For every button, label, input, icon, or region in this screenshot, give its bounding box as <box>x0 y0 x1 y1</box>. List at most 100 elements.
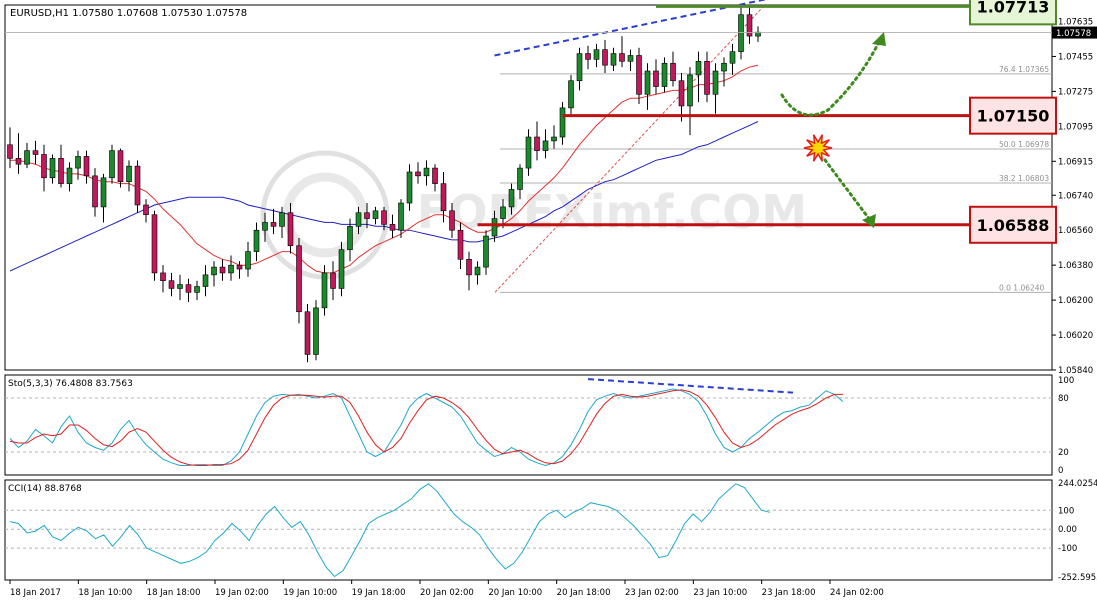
candle-body[interactable] <box>525 136 532 169</box>
candle-body[interactable] <box>109 150 115 179</box>
candle-body[interactable] <box>24 150 30 165</box>
candle-body[interactable] <box>92 175 98 208</box>
candle-body[interactable] <box>296 245 302 313</box>
candle-body[interactable] <box>355 212 362 227</box>
candle-body[interactable] <box>381 210 387 225</box>
candle-body[interactable] <box>168 280 175 289</box>
candle-body[interactable] <box>729 51 736 64</box>
candle-body[interactable] <box>568 80 574 109</box>
candle-body[interactable] <box>313 307 319 355</box>
candle-body[interactable] <box>41 154 47 179</box>
chart-canvas[interactable]: EURUSD,H1 1.07580 1.07608 1.07530 1.0757… <box>0 0 1097 605</box>
candle-body[interactable] <box>185 284 192 293</box>
candle-body[interactable] <box>143 204 149 215</box>
price-tick-label: 1.05840 <box>1058 366 1093 376</box>
candle-body[interactable] <box>576 53 583 82</box>
candle-body[interactable] <box>117 150 124 182</box>
candle-body[interactable] <box>160 272 166 281</box>
candle-body[interactable] <box>687 74 693 107</box>
candle-body[interactable] <box>372 210 379 219</box>
candle-body[interactable] <box>466 259 472 276</box>
candle-body[interactable] <box>58 158 64 184</box>
candle-body[interactable] <box>338 249 345 289</box>
candle-body[interactable] <box>602 49 608 66</box>
candle-body[interactable] <box>100 177 107 208</box>
candle-body[interactable] <box>534 136 540 151</box>
x-tick-label: 19 Jan 10:00 <box>283 588 337 598</box>
candle-body[interactable] <box>287 212 294 247</box>
candle-body[interactable] <box>483 235 489 268</box>
candle-body[interactable] <box>236 264 243 270</box>
candle-body[interactable] <box>253 229 260 252</box>
candle-body[interactable] <box>364 212 370 219</box>
candle-body[interactable] <box>330 272 336 289</box>
candle-body[interactable] <box>398 202 404 231</box>
candle-body[interactable] <box>440 183 447 212</box>
candle-body[interactable] <box>457 229 464 260</box>
candle-body[interactable] <box>66 167 73 184</box>
candle-body[interactable] <box>389 224 396 231</box>
candle-body[interactable] <box>644 70 651 95</box>
candle-body[interactable] <box>423 167 430 177</box>
candle-body[interactable] <box>262 222 268 231</box>
candle-body[interactable] <box>151 214 158 274</box>
cci-tick-label: -252.5955 <box>1058 573 1097 583</box>
candle-body[interactable] <box>585 53 591 60</box>
candle-body[interactable] <box>211 266 217 276</box>
candle-body[interactable] <box>304 311 311 355</box>
candle-body[interactable] <box>83 156 90 177</box>
candle-body[interactable] <box>678 80 685 107</box>
candle-body[interactable] <box>32 150 39 155</box>
candle-body[interactable] <box>610 53 617 66</box>
candle-body[interactable] <box>500 206 506 219</box>
candle-body[interactable] <box>279 212 285 227</box>
x-tick-label: 23 Jan 10:00 <box>693 588 747 598</box>
candle-body[interactable] <box>347 226 353 250</box>
candle-body[interactable] <box>202 274 209 287</box>
fib-label: 38.2 1.06803 <box>999 174 1049 183</box>
candle-body[interactable] <box>593 49 600 60</box>
candle-body[interactable] <box>695 61 702 76</box>
candle-body[interactable] <box>15 158 22 165</box>
candle-body[interactable] <box>228 264 234 274</box>
candle-body[interactable] <box>542 140 549 151</box>
candle-body[interactable] <box>559 107 566 138</box>
candle-body[interactable] <box>134 165 141 206</box>
candle-body[interactable] <box>219 266 226 274</box>
candle-body[interactable] <box>653 70 659 87</box>
candle-body[interactable] <box>245 251 251 270</box>
candle-body[interactable] <box>449 210 455 231</box>
candle-body[interactable] <box>177 284 183 289</box>
x-tick-label: 19 Jan 02:00 <box>215 588 269 598</box>
candle-body[interactable] <box>508 189 515 208</box>
x-tick-label: 20 Jan 02:00 <box>420 588 474 598</box>
candle-body[interactable] <box>721 62 727 72</box>
candle-body[interactable] <box>321 272 328 309</box>
candle-body[interactable] <box>661 62 668 87</box>
chart-window[interactable]: EURUSD,H1 1.07580 1.07608 1.07530 1.0757… <box>0 0 1097 605</box>
candle-body[interactable] <box>432 167 438 184</box>
cci-tick-label: -100 <box>1058 544 1077 554</box>
candle-body[interactable] <box>415 171 421 177</box>
x-tick-label: 20 Jan 10:00 <box>488 588 542 598</box>
candle-body[interactable] <box>75 156 81 169</box>
candle-body[interactable] <box>712 70 719 95</box>
candle-body[interactable] <box>194 286 200 293</box>
candle-body[interactable] <box>270 222 277 227</box>
candle-body[interactable] <box>704 61 710 95</box>
candle-body[interactable] <box>738 14 744 52</box>
candle-body[interactable] <box>491 218 498 237</box>
candle-body[interactable] <box>636 55 642 95</box>
candle-body[interactable] <box>7 144 13 159</box>
candle-body[interactable] <box>619 53 625 62</box>
candle-body[interactable] <box>474 266 481 276</box>
candle-body[interactable] <box>49 158 56 179</box>
candle-body[interactable] <box>551 136 557 142</box>
candle-body[interactable] <box>517 167 523 190</box>
candle-body[interactable] <box>126 165 132 182</box>
candle-body[interactable] <box>670 62 676 82</box>
candle-body[interactable] <box>406 171 413 204</box>
candle-body[interactable] <box>627 55 634 62</box>
x-tick-label: 24 Jan 02:00 <box>830 588 884 598</box>
price-tick-label: 1.07095 <box>1058 122 1093 132</box>
